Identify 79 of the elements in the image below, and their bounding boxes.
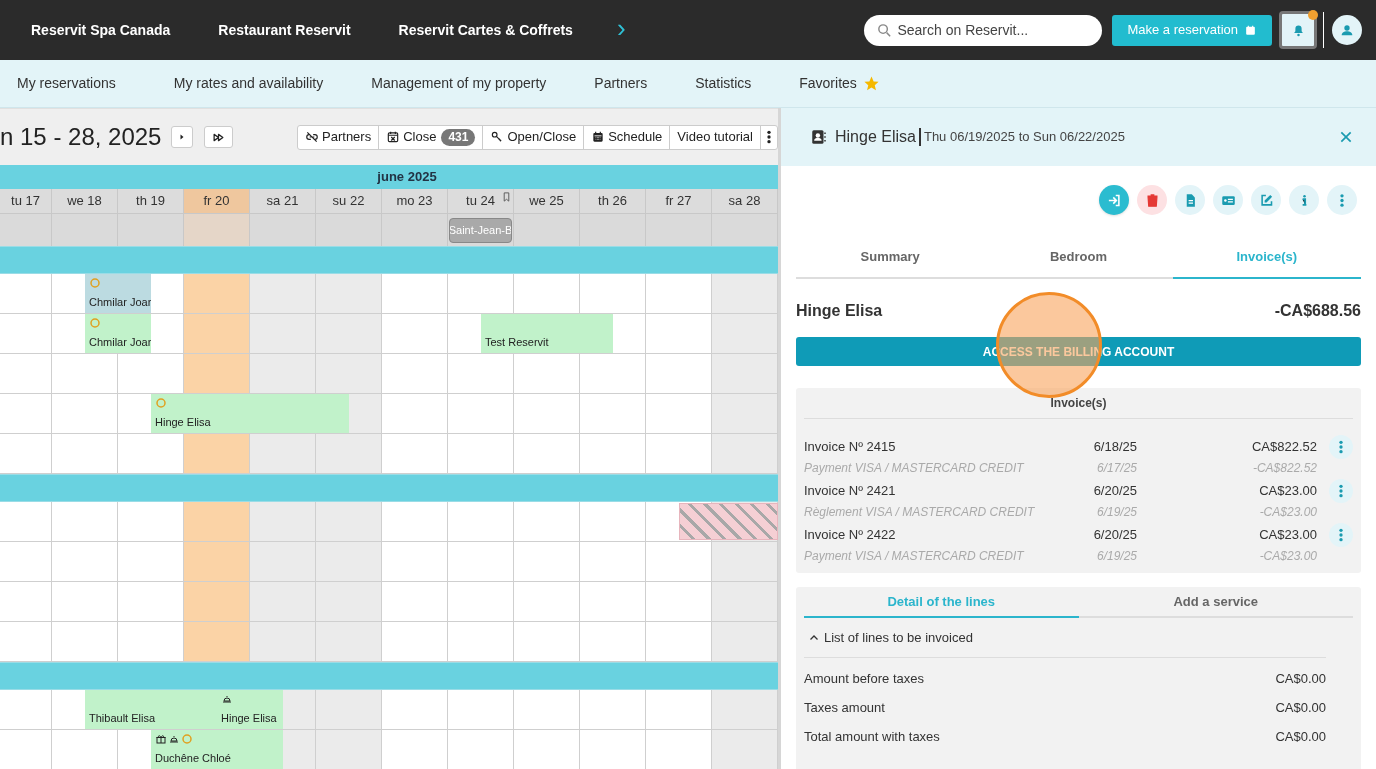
invoice-amount: CA$23.00	[1258, 526, 1317, 545]
day-header: su 22	[316, 189, 382, 213]
day-header: fr 27	[646, 189, 712, 213]
payment-label: Payment VISA / MASTERCARD CREDIT	[804, 548, 1026, 565]
day-header: th 26	[580, 189, 646, 213]
payment-label: Règlement VISA / MASTERCARD CREDIT	[804, 504, 1036, 521]
invoice-amount: CA$822.52	[1250, 438, 1317, 457]
total-value: CA$0.00	[1275, 727, 1326, 746]
event-tag: Saint-Jean-B	[449, 217, 512, 243]
menu-item[interactable]: Partners	[594, 73, 648, 94]
total-value: CA$0.00	[1275, 698, 1326, 717]
day-header: tu 17	[0, 189, 52, 213]
day-header: fr 20	[184, 189, 250, 213]
menu-item[interactable]: Statistics	[695, 73, 752, 94]
tab[interactable]: Bedroom	[984, 237, 1173, 279]
invoice-number: Invoice Nº 2421	[804, 482, 897, 501]
payment-amount: -CA$822.52	[1251, 460, 1317, 477]
booking[interactable]: Duchêne Chloé	[151, 730, 283, 769]
total-label: Taxes amount	[804, 698, 885, 717]
menu-item[interactable]: Management of my property	[371, 73, 547, 94]
payment-date: 6/19/25	[1095, 504, 1137, 521]
tab[interactable]: Summary	[796, 237, 985, 279]
invoice-date: 6/20/25	[1092, 526, 1137, 545]
menu-item[interactable]: Favorites	[799, 73, 880, 94]
guest-name: Hinge Elisa	[221, 710, 278, 726]
invoice-date: 6/20/25	[1092, 482, 1137, 501]
booking[interactable]: Thibault Elisa	[85, 690, 217, 729]
stay-dates: Thu 06/19/2025 to Sun 06/22/2025	[923, 128, 1125, 147]
day-header: tu 24	[448, 189, 514, 213]
calendar-title: n 15 - 28, 2025	[0, 122, 162, 152]
payment-amount: -CA$23.00	[1258, 504, 1317, 521]
booking[interactable]: Test Reservit	[481, 314, 613, 353]
guest-name: Hinge Elisa	[835, 127, 916, 147]
menu-item[interactable]: My reservations	[17, 73, 116, 94]
booking[interactable]: Hinge Elisa	[217, 690, 283, 729]
tab[interactable]: Add a service	[1078, 587, 1353, 618]
day-header: we 18	[52, 189, 118, 213]
balance: -CA$688.56	[1274, 301, 1361, 321]
day-header: sa 21	[250, 189, 316, 213]
booking[interactable]: Chmilar Joar	[85, 314, 151, 353]
next-arrow[interactable]: ›	[616, 15, 626, 41]
card-title: Invoice(s)	[804, 388, 1353, 419]
day-header: th 19	[118, 189, 184, 213]
total-label: Total amount with taxes	[804, 727, 940, 746]
booking[interactable]: Hinge Elisa	[151, 394, 349, 433]
total-value: CA$0.00	[1275, 669, 1326, 688]
payment-amount: -CA$23.00	[1258, 548, 1317, 565]
toolbar-button[interactable]: Close 431	[378, 125, 483, 149]
invoice-number: Invoice Nº 2415	[804, 438, 897, 457]
invoice-date: 6/18/25	[1092, 438, 1137, 457]
account-name: Hinge Elisa	[796, 301, 883, 321]
toolbar-button[interactable]: Schedule	[583, 125, 670, 149]
invoice-amount: CA$23.00	[1258, 482, 1317, 501]
payment-date: 6/17/25	[1095, 460, 1137, 477]
guest-name: Duchêne Chloé	[155, 750, 232, 766]
toolbar-button[interactable]: Partners	[298, 125, 379, 149]
day-header: we 25	[514, 189, 580, 213]
payment-date: 6/19/25	[1095, 548, 1137, 565]
payment-label: Payment VISA / MASTERCARD CREDIT	[804, 460, 1026, 477]
nav-link[interactable]: Reservit Spa Canada	[31, 19, 171, 41]
guest-name: Chmilar Joar	[89, 334, 151, 350]
toolbar-button[interactable]: Open/Close	[482, 125, 584, 149]
month-header: june 2025	[0, 165, 778, 189]
count-badge: 431	[441, 128, 476, 146]
nav-link[interactable]: Restaurant Reservit	[218, 19, 351, 41]
menu-item[interactable]: My rates and availability	[173, 73, 324, 94]
toolbar-button[interactable]: Video tutorial	[669, 125, 760, 149]
invoice-number: Invoice Nº 2422	[804, 526, 897, 545]
total-label: Amount before taxes	[804, 669, 924, 688]
guest-name: Hinge Elisa	[155, 414, 212, 430]
day-header: sa 28	[712, 189, 778, 213]
collapse-toggle[interactable]: List of lines to be invoiced	[804, 618, 1326, 658]
search-field[interactable]: Search on Reservit...	[864, 14, 1103, 46]
guest-name: Thibault Elisa	[89, 710, 157, 726]
guest-name: Test Reservit	[485, 334, 550, 350]
nav-link[interactable]: Reservit Cartes & Coffrets	[398, 19, 573, 41]
day-header: mo 23	[382, 189, 448, 213]
guest-name: Chmilar Joar	[89, 294, 151, 310]
booking[interactable]: Chmilar Joar	[85, 274, 151, 313]
